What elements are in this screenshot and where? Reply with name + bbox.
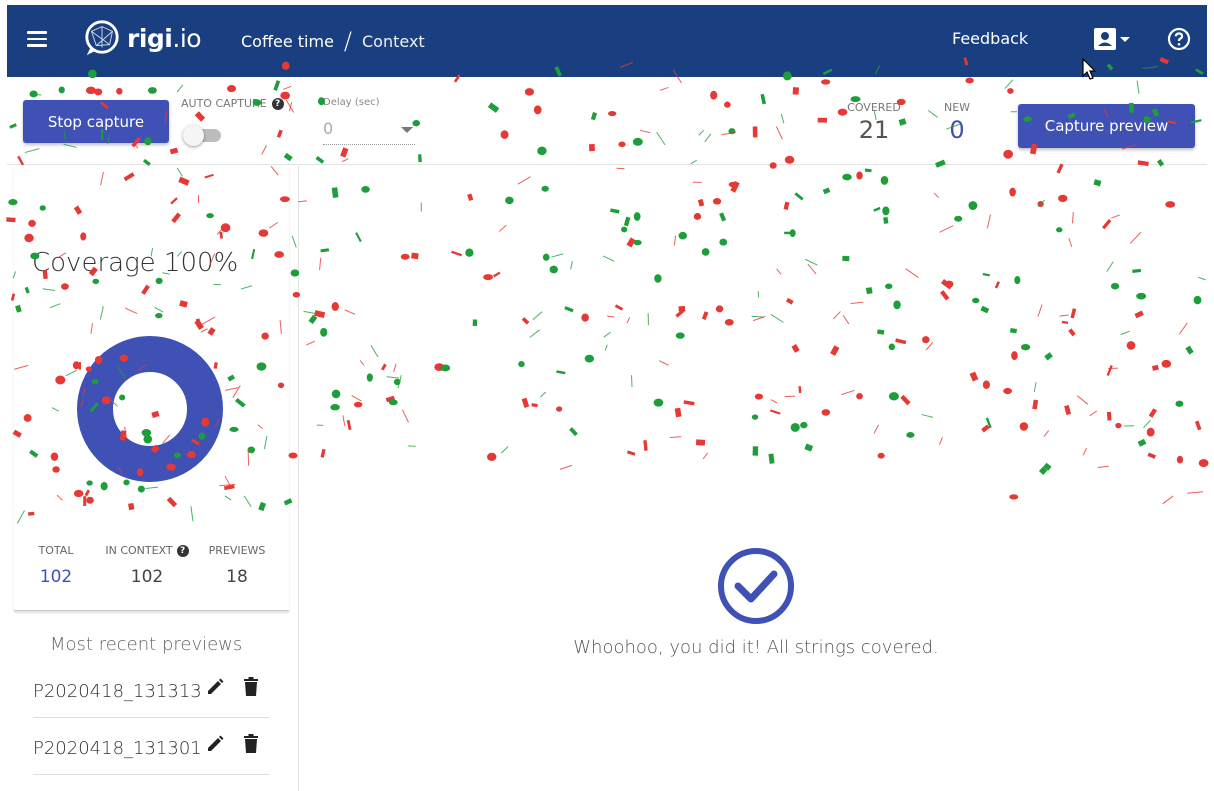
- stop-capture-button[interactable]: Stop capture: [23, 100, 169, 143]
- help-small-icon[interactable]: ?: [271, 97, 284, 110]
- preview-name[interactable]: P2020418_131313: [33, 681, 202, 702]
- globe-logo-icon: [85, 20, 119, 56]
- logo-text: rigi.io: [127, 23, 202, 53]
- delete-icon[interactable]: [243, 677, 259, 697]
- chevron-down-icon: [1120, 37, 1130, 42]
- delay-select[interactable]: 0: [323, 115, 415, 145]
- app-header: rigi.io Coffee time / Context Feedback: [7, 5, 1207, 77]
- coverage-donut-chart: [77, 336, 223, 482]
- success-message: Whoohoo, you did it! All strings covered…: [573, 637, 939, 658]
- check-circle-icon: [718, 548, 794, 624]
- account-menu[interactable]: [1093, 27, 1133, 51]
- preview-row: P2020418_131301: [33, 718, 269, 775]
- new-stat: NEW 0: [943, 101, 971, 144]
- preview-name[interactable]: P2020418_131301: [33, 738, 202, 759]
- auto-capture-label: AUTO CAPTURE ?: [181, 97, 284, 110]
- edit-icon[interactable]: [205, 734, 225, 754]
- logo[interactable]: rigi.io: [83, 19, 202, 57]
- covered-stat: COVERED 21: [847, 101, 901, 144]
- edit-icon[interactable]: [205, 677, 225, 697]
- main-content: Whoohoo, you did it! All strings covered…: [300, 166, 1207, 791]
- auto-capture-toggle[interactable]: [183, 125, 223, 146]
- capture-toolbar: Stop capture AUTO CAPTURE ? Delay (sec) …: [7, 77, 1207, 165]
- coverage-title: Coverage 100%: [32, 248, 239, 278]
- delay-value: 0: [323, 119, 334, 138]
- breadcrumb: Coffee time / Context: [241, 27, 425, 55]
- breadcrumb-separator: /: [343, 27, 352, 55]
- in-context-stat: IN CONTEXT? 102: [102, 544, 192, 587]
- breadcrumb-page: Context: [362, 31, 425, 51]
- help-icon[interactable]: [1167, 27, 1191, 55]
- caret-down-icon: [401, 127, 413, 133]
- preview-row: P2020418_131313: [33, 661, 269, 718]
- mouse-cursor-icon: [1082, 58, 1097, 80]
- sidebar: Coverage 100% TOTAL 102 IN CONTEXT? 102 …: [7, 166, 299, 791]
- total-stat: TOTAL 102: [38, 544, 74, 587]
- delete-icon[interactable]: [243, 734, 259, 754]
- account-icon: [1094, 28, 1116, 50]
- previews-stat: PREVIEWS 18: [208, 544, 266, 587]
- menu-icon[interactable]: [27, 31, 47, 47]
- breadcrumb-project[interactable]: Coffee time: [241, 32, 334, 51]
- delay-label: Delay (sec): [323, 97, 380, 108]
- help-small-icon[interactable]: ?: [176, 544, 189, 557]
- coverage-card: Coverage 100% TOTAL 102 IN CONTEXT? 102 …: [14, 166, 289, 611]
- recent-previews-title: Most recent previews: [50, 634, 243, 655]
- feedback-link[interactable]: Feedback: [952, 29, 1028, 48]
- capture-preview-button[interactable]: Capture preview: [1018, 104, 1195, 148]
